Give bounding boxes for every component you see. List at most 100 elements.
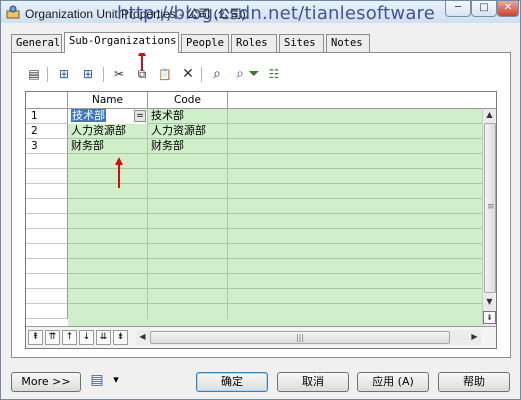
code-cell[interactable] <box>148 259 228 274</box>
code-cell[interactable] <box>148 154 228 169</box>
name-cell[interactable] <box>68 289 148 304</box>
table-row[interactable]: 1 技术部 = 技术部 <box>26 109 482 124</box>
code-cell[interactable]: 人力资源部 <box>148 124 228 139</box>
delete-icon[interactable]: ✕ <box>179 65 197 83</box>
scroll-left-arrow[interactable]: ◀ <box>136 331 149 344</box>
code-cell[interactable] <box>148 304 228 319</box>
move-up-icon[interactable]: ↑ <box>62 330 77 345</box>
name-cell[interactable] <box>68 154 148 169</box>
layout-dropdown-icon[interactable]: ▾ <box>110 373 122 389</box>
empty-row[interactable] <box>26 289 482 304</box>
row-number[interactable] <box>26 259 68 274</box>
more-button[interactable]: More >> <box>11 372 81 392</box>
tab-roles[interactable]: Roles <box>231 34 277 52</box>
table-row[interactable]: 2 人力资源部 人力资源部 <box>26 124 482 139</box>
name-cell[interactable] <box>68 274 148 289</box>
title-bar[interactable]: Organization Unit Properties - 公司 (公司) h… <box>1 1 520 24</box>
move-page-up-icon[interactable]: ⇈ <box>45 330 60 345</box>
tab-sub-organizations[interactable]: Sub-Organizations <box>64 32 179 53</box>
row-number[interactable] <box>26 169 68 184</box>
code-cell[interactable] <box>148 244 228 259</box>
apply-button[interactable]: 应用 (A) <box>357 372 429 392</box>
vertical-scrollbar[interactable]: ▲ ≡ ▼ ⇟ <box>482 109 496 326</box>
row-number[interactable]: 2 <box>26 124 68 139</box>
scroll-to-end-arrow[interactable]: ⇟ <box>483 311 496 324</box>
move-top-icon[interactable]: ⇞ <box>28 330 43 345</box>
row-number[interactable] <box>26 274 68 289</box>
code-cell[interactable]: 财务部 <box>148 139 228 154</box>
name-cell[interactable] <box>68 169 148 184</box>
tab-notes[interactable]: Notes <box>326 34 370 52</box>
code-cell[interactable] <box>148 184 228 199</box>
column-header-name[interactable]: Name <box>68 92 148 109</box>
close-button[interactable]: ✕ <box>497 1 519 17</box>
empty-row[interactable] <box>26 274 482 289</box>
paste-icon[interactable]: 📋 <box>156 65 174 83</box>
tab-general[interactable]: General <box>11 34 62 52</box>
empty-row[interactable] <box>26 304 482 319</box>
vertical-scroll-thumb[interactable]: ≡ <box>484 123 496 293</box>
horizontal-scrollbar[interactable]: ◀ ||| ▶ <box>136 330 481 345</box>
code-cell[interactable] <box>148 289 228 304</box>
add-row-icon[interactable]: ⊞ <box>79 65 97 83</box>
layout-icon[interactable]: ▤ <box>89 372 105 390</box>
tab-people[interactable]: People <box>181 34 229 52</box>
empty-row[interactable] <box>26 184 482 199</box>
row-number[interactable]: 1 <box>26 109 68 124</box>
insert-row-icon[interactable]: ⊞ <box>55 65 73 83</box>
customize-columns-icon[interactable]: ☷ <box>265 65 283 83</box>
name-cell[interactable] <box>68 184 148 199</box>
empty-row[interactable] <box>26 214 482 229</box>
empty-row[interactable] <box>26 259 482 274</box>
help-button[interactable]: 帮助 <box>438 372 510 392</box>
name-cell[interactable] <box>68 199 148 214</box>
horizontal-scroll-thumb[interactable]: ||| <box>150 331 450 344</box>
maximize-button[interactable]: □ <box>471 1 497 17</box>
move-down-icon[interactable]: ↓ <box>79 330 94 345</box>
name-cell-text[interactable]: 技术部 <box>71 109 106 122</box>
code-cell[interactable] <box>148 229 228 244</box>
row-number[interactable] <box>26 229 68 244</box>
row-number[interactable] <box>26 244 68 259</box>
row-number[interactable]: 3 <box>26 139 68 154</box>
code-cell[interactable] <box>148 274 228 289</box>
scroll-down-arrow[interactable]: ▼ <box>483 296 496 309</box>
name-cell[interactable] <box>68 244 148 259</box>
row-number[interactable] <box>26 289 68 304</box>
name-cell[interactable] <box>68 229 148 244</box>
tab-sites[interactable]: Sites <box>279 34 324 52</box>
cut-icon[interactable]: ✂ <box>110 65 128 83</box>
code-cell[interactable]: 技术部 <box>148 109 228 124</box>
empty-row[interactable] <box>26 154 482 169</box>
code-cell[interactable] <box>148 169 228 184</box>
find-icon[interactable]: ⌕ <box>208 65 226 83</box>
empty-row[interactable] <box>26 244 482 259</box>
name-cell[interactable] <box>68 259 148 274</box>
row-number[interactable] <box>26 304 68 319</box>
properties-icon[interactable]: ▤ <box>25 65 43 83</box>
column-header-code[interactable]: Code <box>148 92 228 109</box>
empty-row[interactable] <box>26 199 482 214</box>
name-cell[interactable] <box>68 214 148 229</box>
table-row[interactable]: 3 财务部 财务部 <box>26 139 482 154</box>
edit-ellipsis-button[interactable]: = <box>134 110 146 122</box>
move-bottom-icon[interactable]: ⇟ <box>113 330 128 345</box>
scroll-up-arrow[interactable]: ▲ <box>483 109 496 122</box>
minimize-button[interactable]: ─ <box>445 1 471 17</box>
name-cell[interactable]: 财务部 <box>68 139 148 154</box>
code-cell[interactable] <box>148 199 228 214</box>
name-cell[interactable] <box>68 304 148 319</box>
scroll-right-arrow[interactable]: ▶ <box>468 331 481 344</box>
cancel-button[interactable]: 取消 <box>277 372 349 392</box>
ok-button[interactable]: 确定 <box>196 372 268 392</box>
empty-row[interactable] <box>26 229 482 244</box>
move-page-down-icon[interactable]: ⇊ <box>96 330 111 345</box>
row-number[interactable] <box>26 184 68 199</box>
row-number[interactable] <box>26 154 68 169</box>
filter-icon[interactable]: ⏷ <box>245 65 263 83</box>
name-cell[interactable]: 人力资源部 <box>68 124 148 139</box>
row-number[interactable] <box>26 214 68 229</box>
code-cell[interactable] <box>148 214 228 229</box>
name-cell[interactable]: 技术部 = <box>68 109 148 124</box>
empty-row[interactable] <box>26 169 482 184</box>
